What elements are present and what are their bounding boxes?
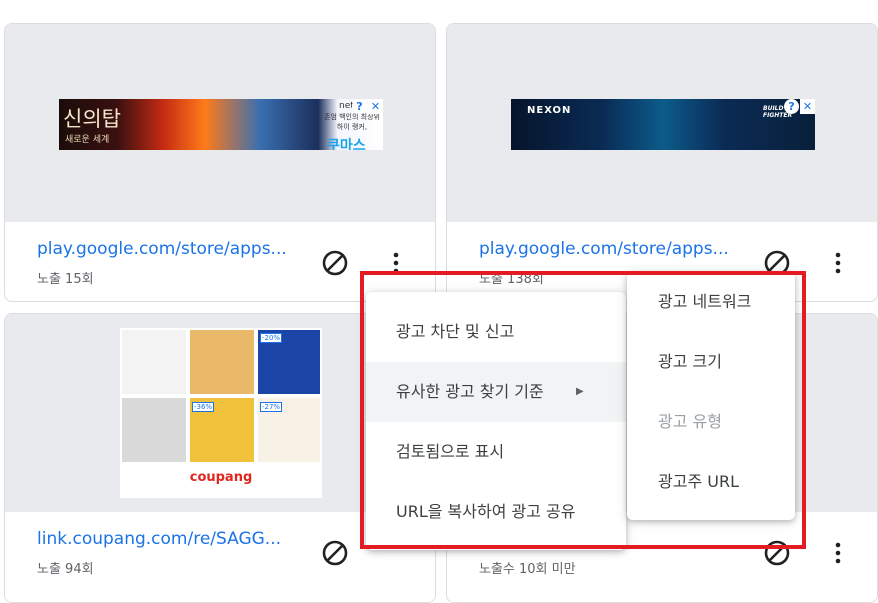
- highlight-box: [360, 271, 806, 549]
- discount-badge: -27%: [260, 402, 283, 412]
- ad-url[interactable]: link.coupang.com/re/SAGG...: [37, 529, 281, 549]
- ad-right-text: 존엄 백인의 최상위 하이 랭커,: [324, 113, 380, 131]
- adchoices[interactable]: ? ✕: [784, 99, 815, 115]
- impression-count: 노출 94회: [37, 562, 94, 577]
- impression-count: 노출수 10회 미만: [479, 562, 576, 577]
- more-vert-icon[interactable]: [826, 539, 850, 567]
- product-image: [190, 330, 254, 394]
- block-icon[interactable]: [321, 249, 349, 277]
- adchoices[interactable]: ? ✕: [352, 99, 383, 115]
- block-icon[interactable]: [321, 539, 349, 567]
- ad-bottom-text: 쿠마스 헤니: [327, 138, 366, 150]
- ad-title: coupang: [189, 470, 253, 485]
- adchoices-info-icon[interactable]: ?: [784, 99, 799, 114]
- ad-card: NEXON BUILD FIGHTER ? ✕ play.google.com/…: [446, 23, 878, 302]
- ad-card: 신의탑 새로운 세계 존엄 백인의 최상위 하이 랭커, 쿠마스 헤니 net …: [4, 23, 436, 302]
- discount-badge: -20%: [260, 333, 283, 343]
- ad-title: NEXON: [527, 105, 572, 116]
- more-vert-icon[interactable]: [826, 249, 850, 277]
- ad-url[interactable]: play.google.com/store/apps...: [479, 239, 729, 259]
- ad-banner[interactable]: -20% -36% -27% coupang: [120, 328, 322, 498]
- discount-badge: -36%: [192, 402, 215, 412]
- adchoices-info-icon[interactable]: ?: [352, 99, 367, 114]
- ad-banner[interactable]: 신의탑 새로운 세계 존엄 백인의 최상위 하이 랭커, 쿠마스 헤니 net …: [59, 99, 383, 150]
- adchoices-close-icon[interactable]: ✕: [368, 99, 383, 114]
- ad-title: 신의탑: [63, 107, 121, 131]
- impression-count: 노출 15회: [37, 272, 94, 287]
- adchoices-close-icon[interactable]: ✕: [800, 99, 815, 114]
- ad-banner[interactable]: NEXON BUILD FIGHTER ? ✕: [511, 99, 815, 150]
- product-image: [122, 330, 186, 394]
- product-image: [122, 398, 186, 462]
- ad-url[interactable]: play.google.com/store/apps...: [37, 239, 287, 259]
- ad-subtitle: 새로운 세계: [65, 135, 110, 145]
